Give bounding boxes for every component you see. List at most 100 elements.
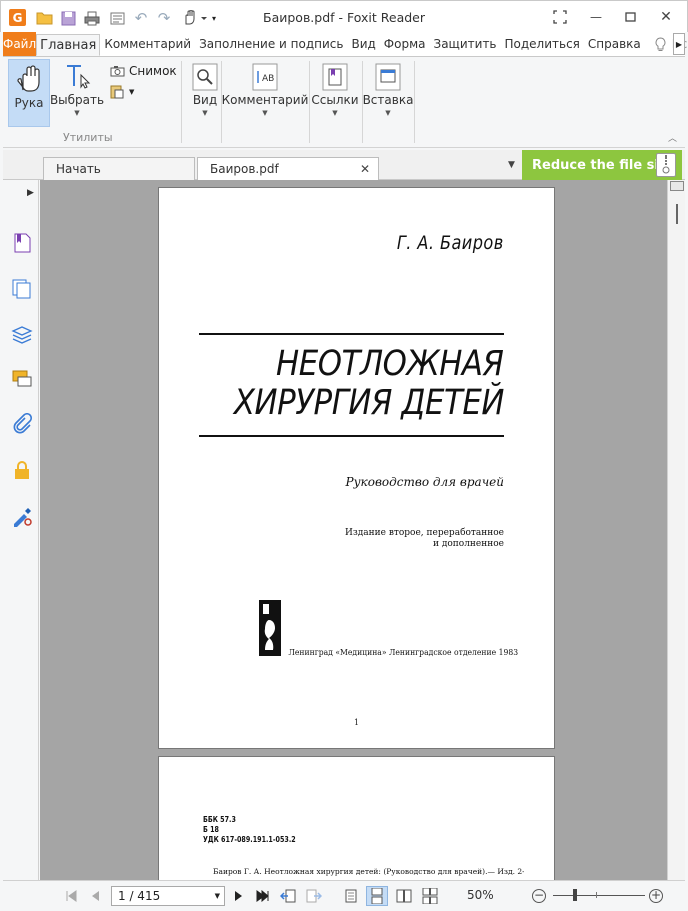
minimize-icon[interactable]: —: [585, 7, 607, 27]
facing-view-icon[interactable]: [395, 888, 413, 904]
document-viewport[interactable]: Г. А. Баиров НЕОТЛОЖНАЯ ХИРУРГИЯ ДЕТЕЙ Р…: [40, 180, 667, 880]
promo-label: Reduce the file size: [532, 157, 676, 173]
previous-view-icon[interactable]: [279, 888, 297, 904]
attachments-icon[interactable]: [11, 413, 33, 435]
close-tab-icon[interactable]: ✕: [360, 162, 370, 176]
menu-form[interactable]: Форма: [380, 32, 430, 56]
book-publisher: Ленинград «Медицина» Ленинградское отдел…: [288, 648, 518, 658]
zoom-in-icon[interactable]: +: [648, 888, 664, 904]
page-number: 1: [353, 718, 360, 727]
next-view-icon[interactable]: [305, 888, 323, 904]
bbk-code: ББК 57.3: [203, 815, 236, 824]
zoom-out-icon[interactable]: −: [531, 888, 547, 904]
clipboard-button[interactable]: ▼: [110, 84, 134, 99]
menu-bar: Файл Главная Комментарий Заполнение и по…: [3, 32, 687, 56]
single-page-view-icon[interactable]: [343, 888, 359, 904]
pdf-page-2: ББК 57.3 Б 18 УДК 617-089.191.1-053.2 Ба…: [158, 756, 555, 880]
layers-icon[interactable]: [11, 323, 33, 345]
edition-line-2: и дополненное: [432, 539, 504, 549]
book-title-line-2: ХИРУРГИЯ ДЕТЕЙ: [233, 383, 505, 423]
magnifier-icon: [192, 63, 218, 91]
tab-document[interactable]: Баиров.pdf ✕: [197, 157, 379, 180]
document-tabbar: Начать Баиров.pdf ✕ ▼ Reduce the file si…: [3, 150, 685, 180]
last-page-icon[interactable]: [254, 888, 272, 904]
signature-icon[interactable]: [11, 505, 33, 527]
first-page-icon[interactable]: [63, 888, 79, 904]
b-code: Б 18: [203, 825, 219, 834]
typewriter-icon: AB: [252, 63, 278, 91]
menu-scroll-right-icon[interactable]: ▶: [673, 33, 685, 55]
clipboard-icon: [110, 85, 124, 99]
tab-document-label: Баиров.pdf: [210, 162, 279, 176]
comments-icon[interactable]: [11, 368, 33, 390]
title-rule-top: [199, 333, 504, 335]
menu-protect[interactable]: Защитить: [430, 32, 501, 56]
vertical-scrollbar[interactable]: [667, 180, 685, 880]
pdf-page-1: Г. А. Баиров НЕОТЛОЖНАЯ ХИРУРГИЯ ДЕТЕЙ Р…: [158, 187, 555, 749]
menu-comment[interactable]: Комментарий: [100, 32, 195, 56]
abstract-text: Баиров Г. А. Неотложная хирургия детей: …: [213, 867, 524, 876]
close-window-icon[interactable]: ✕: [655, 7, 677, 27]
continuous-view-icon[interactable]: [366, 886, 388, 906]
bookmark-page-icon: [322, 63, 348, 91]
ribbon-home: Рука Выбрать ▼ Снимок ▼ Утилиты Вид ▼ AB…: [3, 56, 685, 148]
pages-thumbnails-icon[interactable]: [11, 278, 33, 300]
tab-start[interactable]: Начать: [43, 157, 195, 180]
publisher-logo-image: [259, 600, 281, 656]
tab-start-label: Начать: [56, 162, 101, 176]
menu-file[interactable]: Файл: [3, 32, 37, 56]
status-bar: 1 / 415 ▼ 50% − +: [3, 880, 685, 911]
page-number-input[interactable]: 1 / 415 ▼: [111, 886, 225, 906]
chevron-down-icon: ▼: [74, 109, 80, 117]
menu-help[interactable]: Справка: [584, 32, 645, 56]
ribbon-separator: [414, 61, 415, 143]
maximize-icon[interactable]: [619, 7, 641, 27]
snapshot-button[interactable]: Снимок: [110, 64, 177, 78]
reduce-file-size-banner[interactable]: Reduce the file size: [522, 150, 682, 180]
expand-panel-icon[interactable]: ▶: [27, 188, 34, 198]
bookmarks-icon[interactable]: [11, 232, 33, 254]
comment-label: Комментарий: [221, 93, 309, 107]
chevron-down-icon: ▼: [385, 109, 391, 117]
view-label: Вид: [192, 93, 218, 107]
links-button[interactable]: Ссылки ▼: [311, 63, 359, 117]
ribbon-separator: [309, 61, 310, 143]
insert-label: Вставка: [362, 93, 414, 107]
scroll-up-button[interactable]: [670, 181, 684, 191]
collapse-ribbon-icon[interactable]: ︿: [668, 131, 677, 144]
chevron-down-icon: ▼: [202, 109, 208, 117]
group-label-utilities: Утилиты: [63, 131, 113, 144]
tab-list-dropdown-icon[interactable]: ▼: [508, 160, 515, 170]
next-page-icon[interactable]: [231, 888, 247, 904]
continuous-facing-view-icon[interactable]: [421, 888, 439, 904]
select-label: Выбрать: [49, 93, 105, 107]
ribbon-separator: [181, 61, 182, 143]
book-subtitle: Руководство для врачей: [345, 475, 504, 489]
chevron-down-icon: ▼: [129, 87, 135, 96]
zoom-level[interactable]: 50%: [467, 888, 494, 902]
chevron-down-icon: ▼: [332, 109, 338, 117]
chevron-down-icon: ▼: [214, 892, 220, 900]
menu-view[interactable]: Вид: [347, 32, 379, 56]
view-button[interactable]: Вид ▼: [187, 63, 223, 117]
menu-share[interactable]: Поделиться: [501, 32, 584, 56]
hand-tool-button[interactable]: Рука: [8, 59, 50, 127]
bibliographic-codes: ББК 57.3 Б 18 УДК 617-089.191.1-053.2: [203, 815, 296, 845]
links-label: Ссылки: [311, 93, 359, 107]
restore-layout-icon[interactable]: [549, 7, 571, 27]
select-tool-button[interactable]: Выбрать ▼: [49, 63, 105, 117]
menu-home[interactable]: Главная: [36, 34, 101, 56]
insert-button[interactable]: Вставка ▼: [362, 63, 414, 117]
lock-icon[interactable]: [11, 459, 33, 481]
edition-line-1: Издание второе, переработанное: [344, 528, 504, 538]
zoom-slider[interactable]: [553, 895, 645, 896]
snapshot-label: Снимок: [129, 64, 177, 78]
comment-button[interactable]: AB Комментарий ▼: [222, 63, 308, 117]
previous-page-icon[interactable]: [87, 888, 103, 904]
title-bar: G ↶ ↷ ▾ Баиров.pdf - Foxit Reader — ✕: [0, 0, 688, 32]
menu-fill-sign[interactable]: Заполнение и подпись: [195, 32, 347, 56]
scrollbar-thumb[interactable]: [676, 204, 678, 224]
udk-code: УДК 617-089.191.1-053.2: [203, 835, 296, 844]
zoom-slider-thumb[interactable]: [573, 889, 577, 901]
hand-label: Рука: [14, 96, 44, 110]
